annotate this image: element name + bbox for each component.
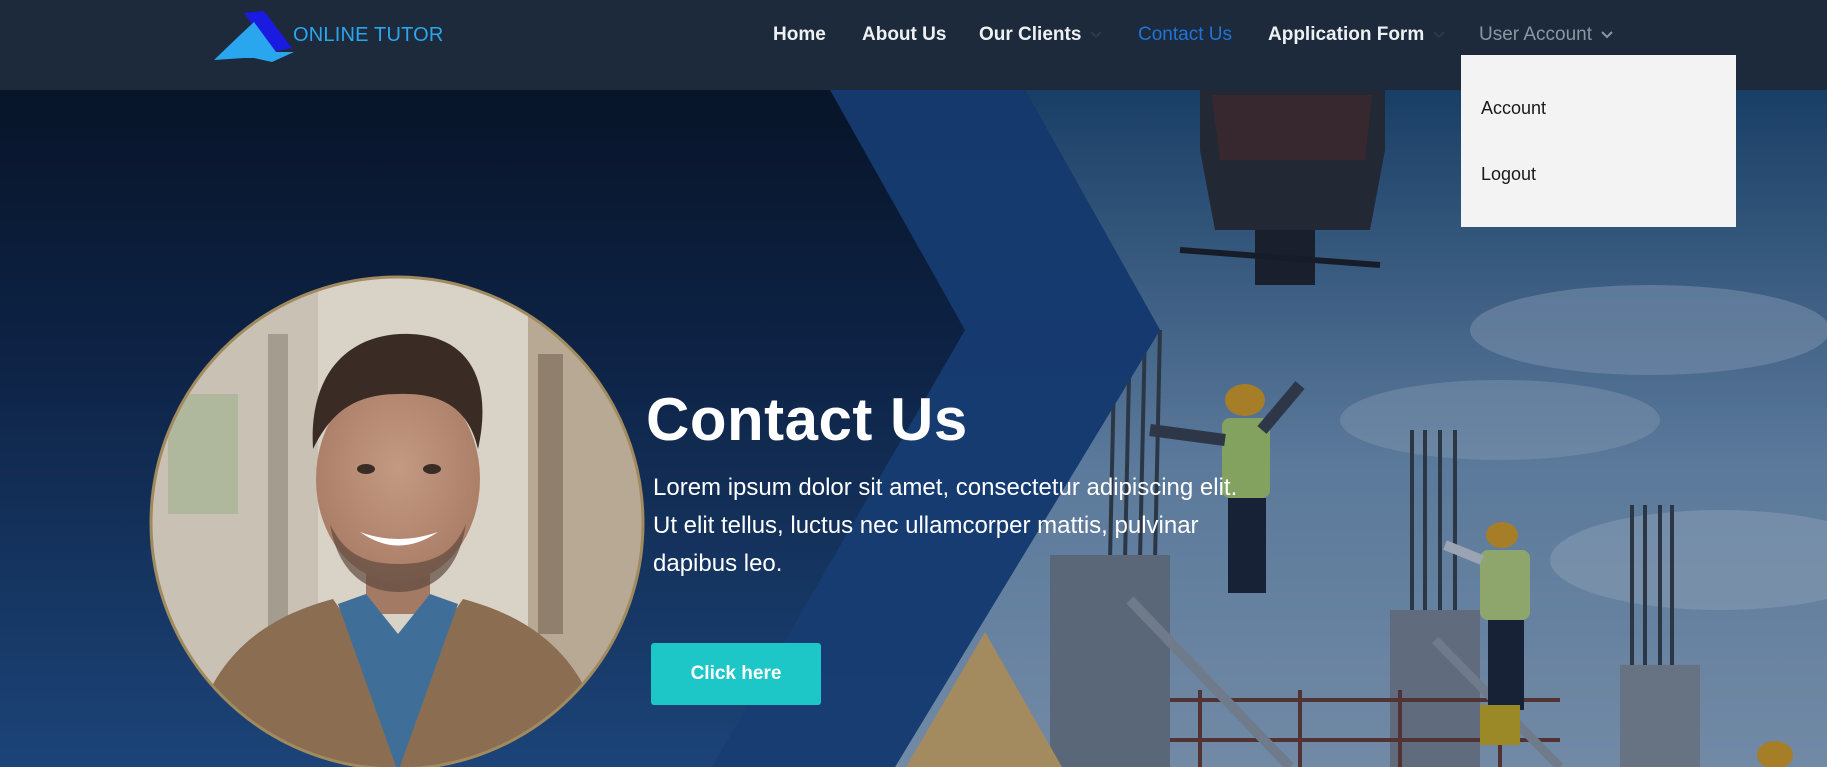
hero-section: ONLINE TUTOR Home About Us Our Clients C… <box>0 0 1827 767</box>
user-account-dropdown: Account Logout <box>1461 55 1736 227</box>
logo-icon[interactable] <box>214 8 304 63</box>
nav-home[interactable]: Home <box>773 24 826 46</box>
menu-item-logout[interactable]: Logout <box>1481 164 1536 185</box>
nav-application-form[interactable]: Application Form <box>1268 24 1446 46</box>
nav-application-form-label: Application Form <box>1268 24 1425 45</box>
nav-user-account-label: User Account <box>1479 24 1592 45</box>
nav-our-clients[interactable]: Our Clients <box>979 24 1103 46</box>
chevron-down-icon <box>1433 31 1445 39</box>
page-title: Contact Us <box>646 386 968 453</box>
chevron-down-icon <box>1090 31 1103 39</box>
brand-name[interactable]: ONLINE TUTOR <box>293 24 444 47</box>
nav-our-clients-label: Our Clients <box>979 24 1082 45</box>
nav-about-us[interactable]: About Us <box>862 24 946 46</box>
click-here-button[interactable]: Click here <box>651 643 821 705</box>
menu-item-account[interactable]: Account <box>1481 98 1546 119</box>
profile-photo <box>149 275 645 767</box>
chevron-down-icon <box>1601 31 1613 39</box>
hero-description: Lorem ipsum dolor sit amet, consectetur … <box>653 474 1238 577</box>
nav-contact-us[interactable]: Contact Us <box>1138 24 1232 46</box>
nav-user-account[interactable]: User Account <box>1479 24 1614 46</box>
